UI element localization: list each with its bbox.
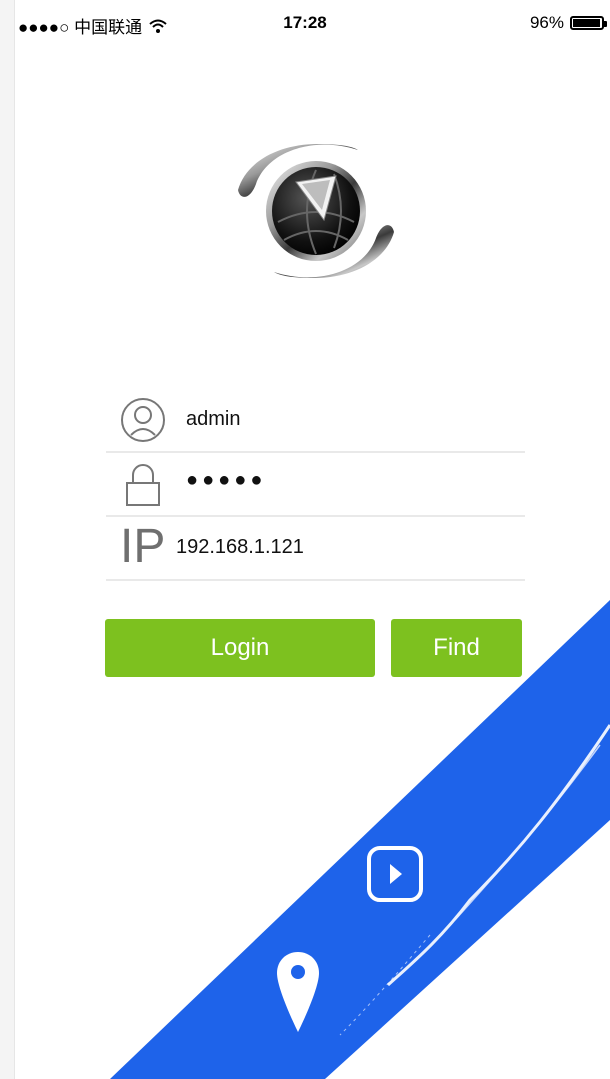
battery-percent: 96% xyxy=(529,13,564,32)
location-pin-icon[interactable] xyxy=(277,952,319,1032)
find-button[interactable]: Find xyxy=(391,619,522,677)
username-field[interactable]: admin xyxy=(186,408,240,431)
status-time: 17:28 xyxy=(283,13,327,32)
battery-fill xyxy=(573,19,600,27)
username-row[interactable]: admin xyxy=(106,387,525,453)
ip-field[interactable]: 192.168.1.121 xyxy=(176,536,304,559)
password-field[interactable]: ●●●●● xyxy=(186,469,266,492)
ip-row[interactable]: IP 192.168.1.121 xyxy=(106,515,525,581)
status-bar: ●●●●○ 中国联通 17:28 96% xyxy=(0,0,610,46)
user-outline-icon xyxy=(121,398,165,442)
password-row[interactable]: ●●●●● xyxy=(106,451,525,517)
battery-tip xyxy=(604,21,607,27)
app-logo xyxy=(238,144,394,278)
ip-icon: IP xyxy=(120,520,166,573)
battery-icon xyxy=(570,16,607,30)
lock-outline-icon xyxy=(126,464,160,506)
play-icon[interactable] xyxy=(367,846,423,902)
left-edge xyxy=(0,0,15,1079)
login-button[interactable]: Login xyxy=(105,619,375,677)
status-right: 96% xyxy=(529,13,607,33)
